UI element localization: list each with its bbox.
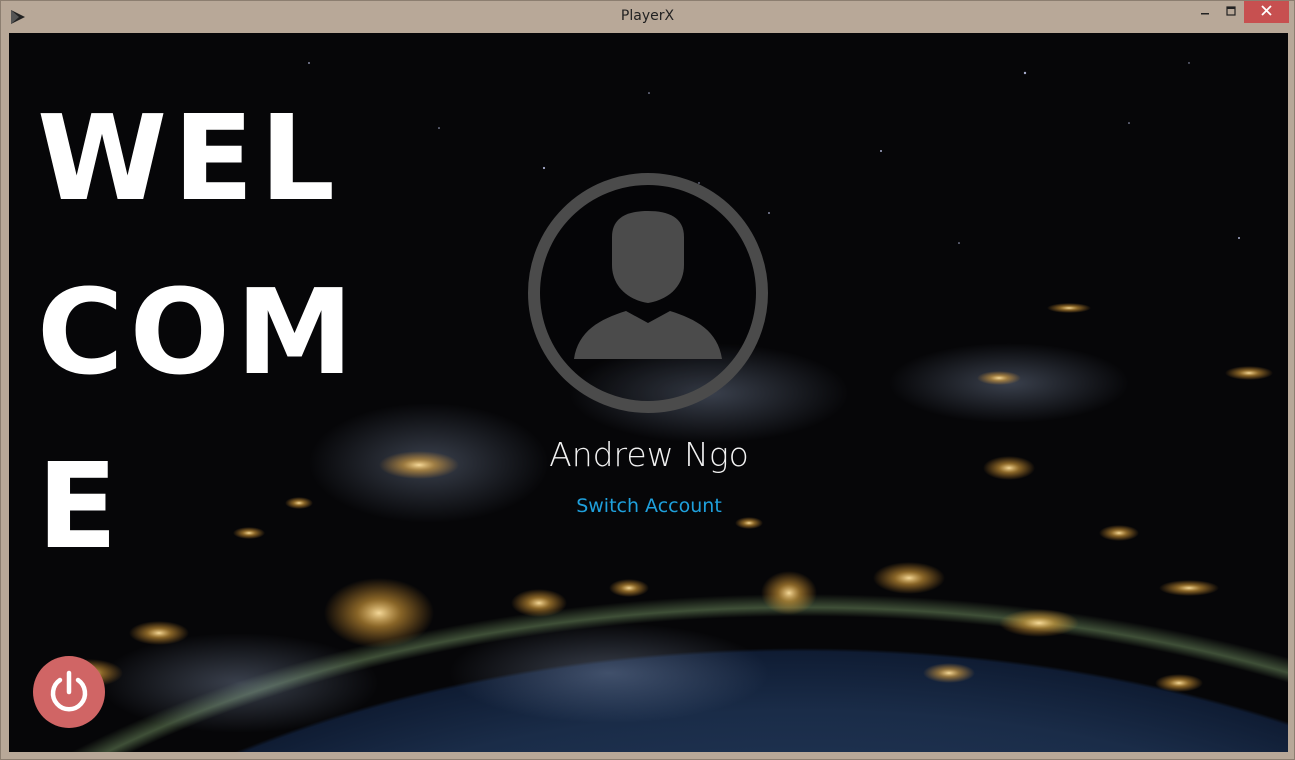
window-title: PlayerX	[620, 8, 675, 24]
user-name: Andrew Ngo	[549, 435, 749, 474]
maximize-icon	[1226, 5, 1236, 19]
minimize-icon	[1200, 5, 1210, 19]
app-window: PlayerX WEL COM E Andrew Ngo Switch Acco…	[0, 0, 1295, 760]
power-button[interactable]	[33, 656, 105, 728]
power-icon	[50, 670, 88, 712]
user-avatar-icon	[528, 173, 768, 413]
welcome-screen: WEL COM E Andrew Ngo Switch Account	[9, 33, 1288, 752]
close-icon	[1261, 5, 1272, 19]
minimize-button[interactable]	[1191, 1, 1219, 23]
switch-account-link[interactable]: Switch Account	[499, 495, 799, 517]
close-button[interactable]	[1244, 1, 1289, 23]
user-avatar[interactable]	[528, 173, 768, 413]
maximize-button[interactable]	[1217, 1, 1245, 23]
title-bar[interactable]: PlayerX	[1, 1, 1294, 32]
welcome-heading: WEL COM E	[37, 89, 360, 575]
